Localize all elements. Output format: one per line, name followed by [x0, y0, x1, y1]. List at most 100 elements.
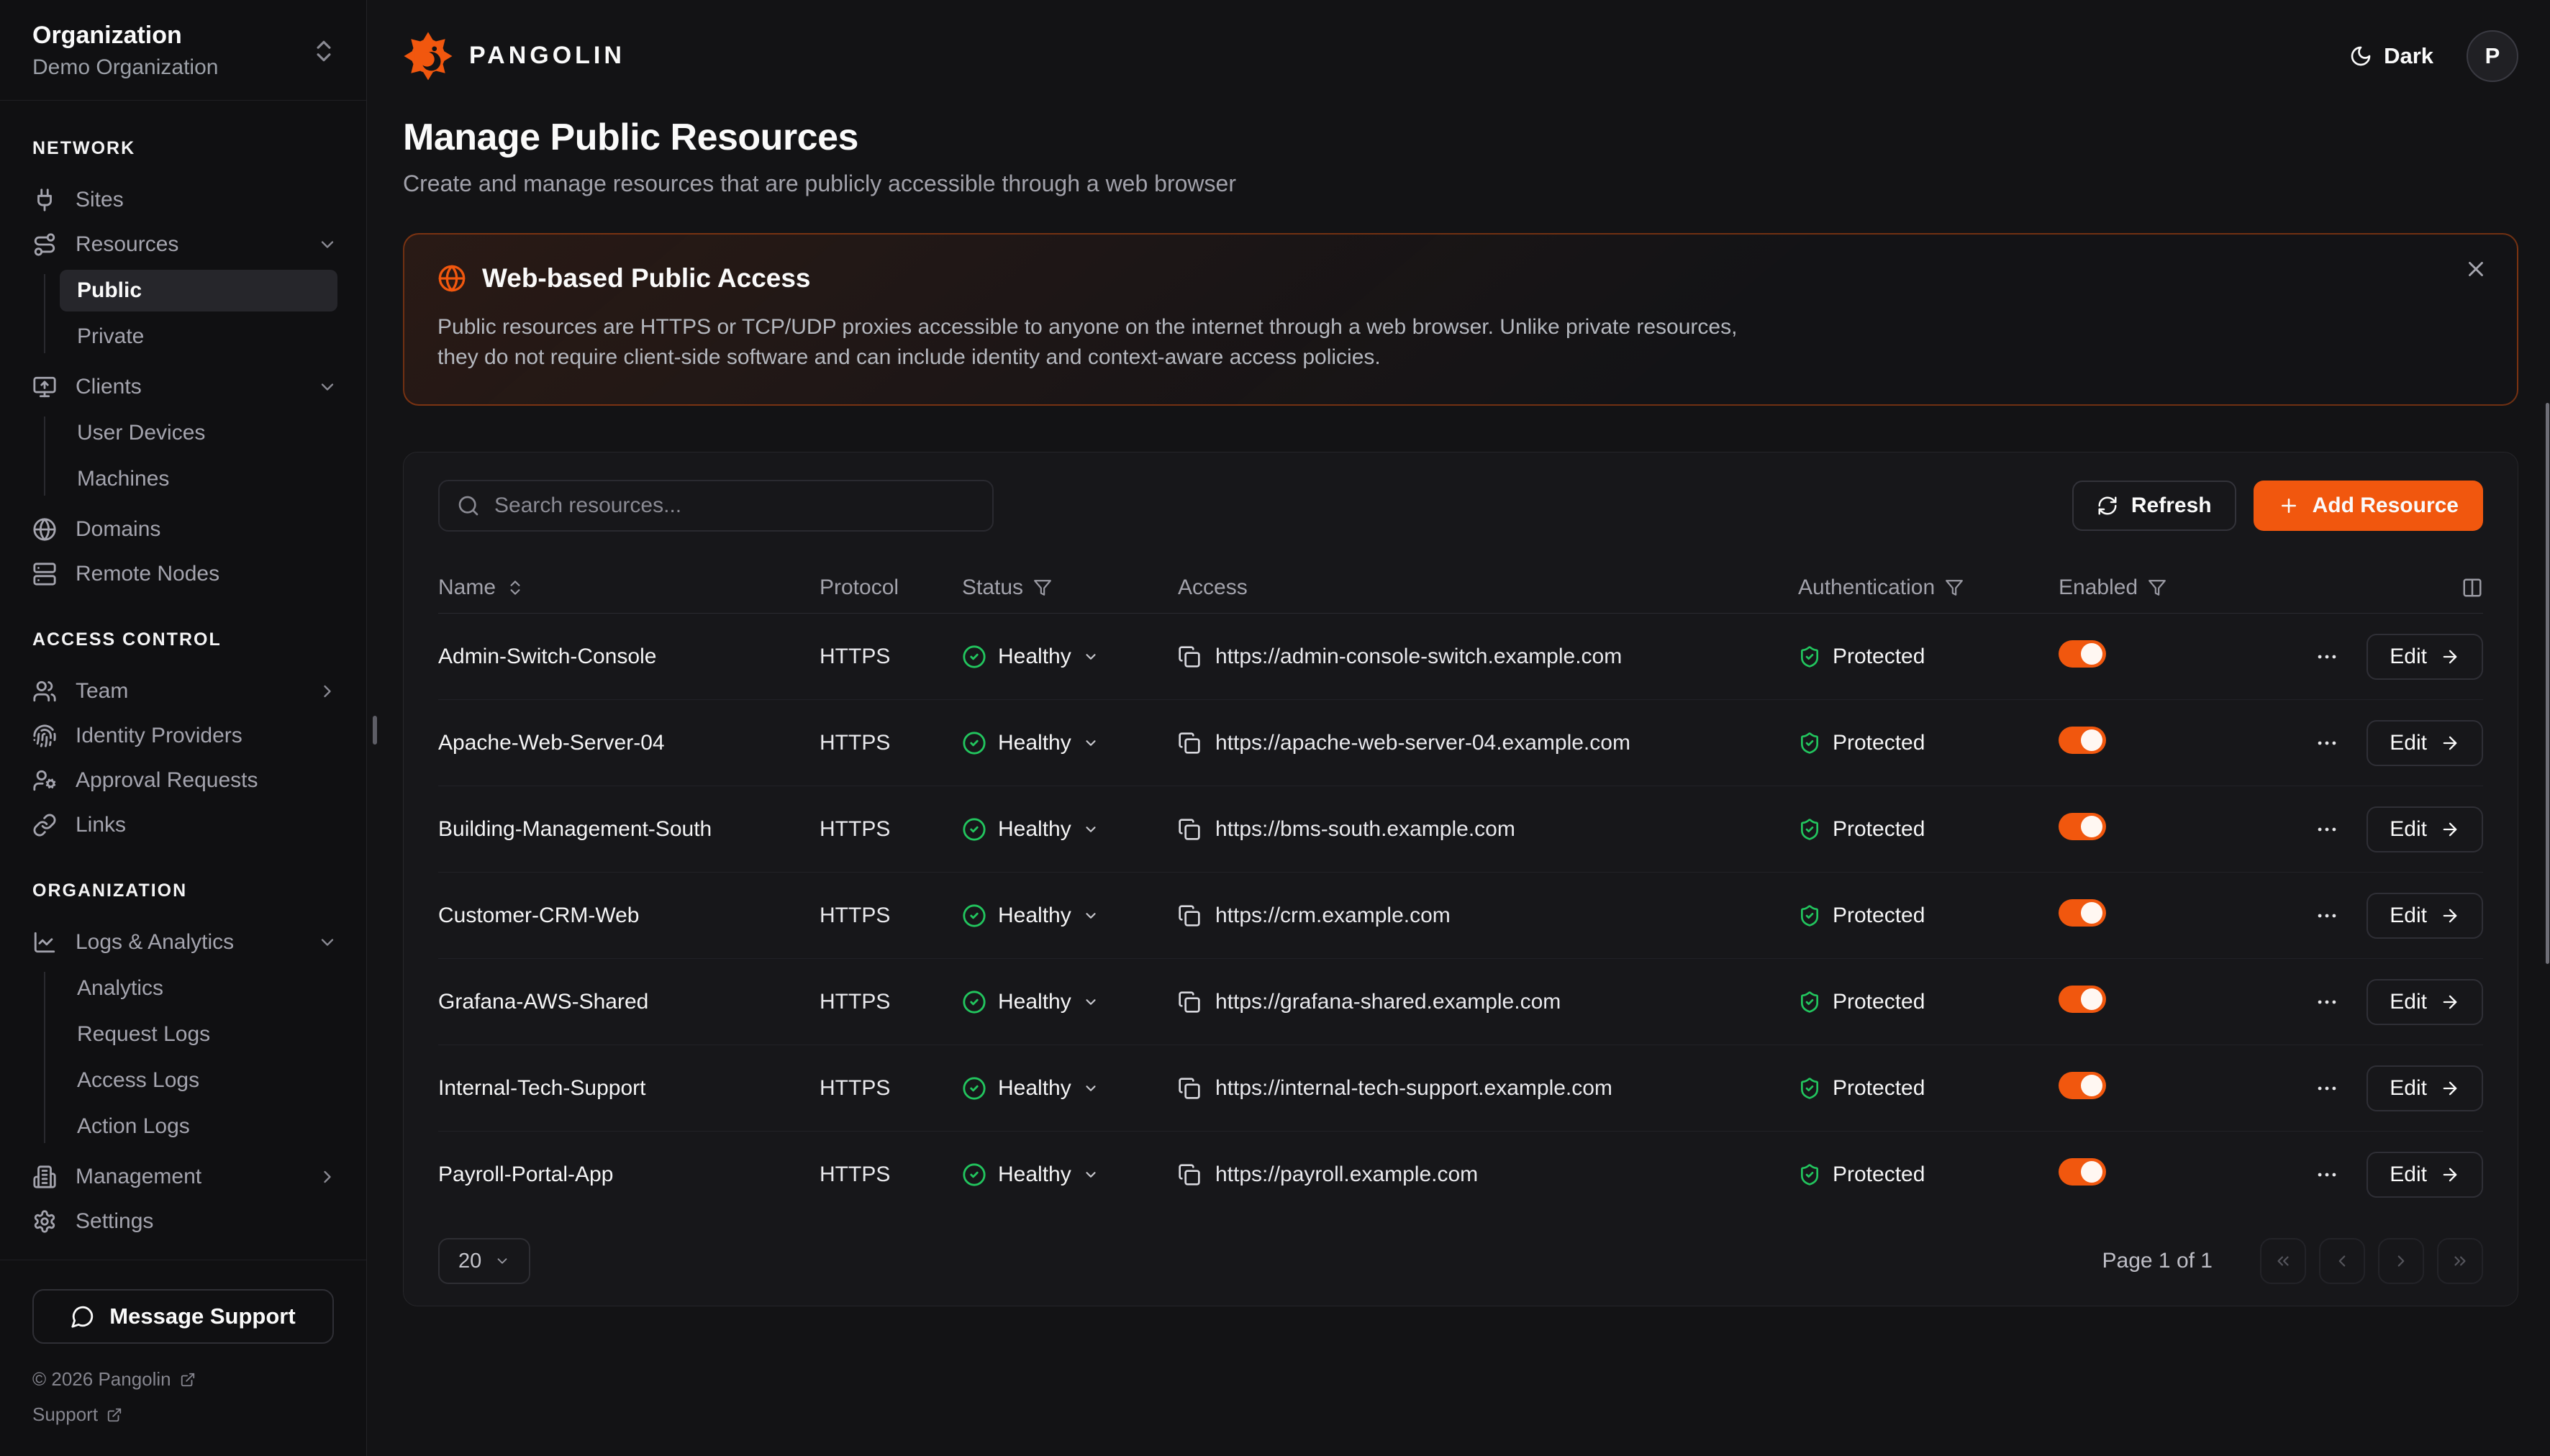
sidebar-item-management[interactable]: Management [32, 1155, 337, 1199]
copy-url-button[interactable] [1178, 904, 1201, 927]
copy-url-button[interactable] [1178, 991, 1201, 1014]
enabled-toggle[interactable] [2059, 1158, 2106, 1186]
status-dropdown[interactable]: Healthy [962, 731, 1178, 755]
edit-button[interactable]: Edit [2367, 720, 2483, 766]
enabled-toggle[interactable] [2059, 899, 2106, 927]
column-header-enabled[interactable]: Enabled [2059, 575, 2230, 600]
resource-protocol: HTTPS [820, 817, 962, 842]
resource-url[interactable]: https://apache-web-server-04.example.com [1215, 731, 1630, 755]
refresh-button[interactable]: Refresh [2072, 481, 2236, 531]
status-dropdown[interactable]: Healthy [962, 990, 1178, 1014]
edit-button[interactable]: Edit [2367, 893, 2483, 939]
row-menu-button[interactable] [2315, 731, 2339, 755]
edit-label: Edit [2390, 731, 2427, 755]
resource-url[interactable]: https://internal-tech-support.example.co… [1215, 1076, 1612, 1101]
row-menu-button[interactable] [2315, 645, 2339, 669]
resource-url[interactable]: https://payroll.example.com [1215, 1162, 1478, 1187]
resource-url[interactable]: https://admin-console-switch.example.com [1215, 645, 1622, 669]
sidebar-item-approval-requests[interactable]: Approval Requests [32, 758, 337, 803]
copy-url-button[interactable] [1178, 732, 1201, 755]
table-row: Building-Management-South HTTPS Healthy … [438, 786, 2483, 873]
topbar: PANGOLIN Dark P [403, 0, 2518, 112]
message-support-button[interactable]: Message Support [32, 1289, 334, 1344]
chevrons-up-down-icon [310, 37, 337, 65]
circle-check-icon [962, 731, 986, 755]
enabled-toggle[interactable] [2059, 813, 2106, 840]
copy-url-button[interactable] [1178, 818, 1201, 841]
enabled-toggle[interactable] [2059, 1072, 2106, 1099]
edit-button[interactable]: Edit [2367, 979, 2483, 1025]
sidebar-item-action-logs[interactable]: Action Logs [60, 1106, 337, 1147]
row-menu-button[interactable] [2315, 817, 2339, 842]
status-dropdown[interactable]: Healthy [962, 645, 1178, 669]
sidebar-item-team[interactable]: Team [32, 669, 337, 714]
column-settings-button[interactable] [2230, 577, 2483, 599]
sidebar-item-analytics[interactable]: Analytics [60, 968, 337, 1009]
edit-button[interactable]: Edit [2367, 806, 2483, 852]
sidebar-item-sites[interactable]: Sites [32, 178, 337, 222]
enabled-toggle[interactable] [2059, 727, 2106, 754]
copy-url-button[interactable] [1178, 1163, 1201, 1186]
sidebar-item-settings[interactable]: Settings [32, 1199, 337, 1244]
resource-url[interactable]: https://grafana-shared.example.com [1215, 990, 1561, 1014]
row-menu-button[interactable] [2315, 1076, 2339, 1101]
status-dropdown[interactable]: Healthy [962, 817, 1178, 842]
copy-url-button[interactable] [1178, 1077, 1201, 1100]
previous-page-button[interactable] [2319, 1238, 2365, 1284]
sidebar-item-access-logs[interactable]: Access Logs [60, 1060, 337, 1101]
copyright-link[interactable]: © 2026 Pangolin [32, 1368, 334, 1391]
sidebar-item-resources[interactable]: Resources [32, 222, 337, 267]
theme-toggle[interactable]: Dark [2349, 43, 2433, 69]
status-dropdown[interactable]: Healthy [962, 904, 1178, 928]
sidebar-item-request-logs[interactable]: Request Logs [60, 1014, 337, 1055]
sidebar-item-public[interactable]: Public [60, 270, 337, 311]
column-header-name[interactable]: Name [438, 575, 820, 600]
sidebar-item-logs-analytics[interactable]: Logs & Analytics [32, 920, 337, 965]
support-link[interactable]: Support [32, 1403, 334, 1426]
sidebar-item-links[interactable]: Links [32, 803, 337, 847]
column-header-status[interactable]: Status [962, 575, 1178, 600]
next-page-button[interactable] [2378, 1238, 2424, 1284]
page-size-select[interactable]: 20 [438, 1238, 530, 1284]
chevron-down-icon [317, 377, 337, 397]
edit-button[interactable]: Edit [2367, 1065, 2483, 1111]
search-input[interactable] [438, 480, 994, 532]
column-header-authentication[interactable]: Authentication [1798, 575, 2059, 600]
last-page-button[interactable] [2437, 1238, 2483, 1284]
org-switcher[interactable]: Organization Demo Organization [0, 0, 366, 101]
sidebar-item-private[interactable]: Private [60, 316, 337, 358]
resource-url[interactable]: https://bms-south.example.com [1215, 817, 1515, 842]
sidebar-item-domains[interactable]: Domains [32, 507, 337, 552]
sidebar-item-user-devices[interactable]: User Devices [60, 412, 337, 454]
sidebar-item-identity-providers[interactable]: Identity Providers [32, 714, 337, 758]
sidebar-resize-handle[interactable] [373, 716, 377, 745]
sidebar-item-label: Settings [76, 1209, 153, 1234]
status-dropdown[interactable]: Healthy [962, 1076, 1178, 1101]
edit-button[interactable]: Edit [2367, 634, 2483, 680]
resource-authentication: Protected [1798, 1162, 2059, 1187]
page-scrollbar-thumb[interactable] [2546, 403, 2549, 964]
resource-authentication: Protected [1798, 904, 2059, 928]
avatar[interactable]: P [2467, 30, 2518, 82]
sidebar-item-machines[interactable]: Machines [60, 458, 337, 500]
row-menu-button[interactable] [2315, 1162, 2339, 1187]
edit-button[interactable]: Edit [2367, 1152, 2483, 1198]
authentication-label: Protected [1833, 817, 1925, 842]
filter-icon [1033, 578, 1052, 597]
settings-icon [32, 1209, 57, 1234]
authentication-label: Protected [1833, 645, 1925, 669]
sidebar-item-remote-nodes[interactable]: Remote Nodes [32, 552, 337, 596]
row-menu-button[interactable] [2315, 990, 2339, 1014]
status-label: Healthy [998, 817, 1071, 842]
sidebar-item-clients[interactable]: Clients [32, 365, 337, 409]
authentication-label: Protected [1833, 1076, 1925, 1101]
enabled-toggle[interactable] [2059, 640, 2106, 668]
add-resource-button[interactable]: Add Resource [2254, 481, 2483, 531]
copy-url-button[interactable] [1178, 645, 1201, 668]
resource-url[interactable]: https://crm.example.com [1215, 904, 1451, 928]
status-dropdown[interactable]: Healthy [962, 1162, 1178, 1187]
row-menu-button[interactable] [2315, 904, 2339, 928]
banner-close-button[interactable] [2464, 256, 2490, 282]
enabled-toggle[interactable] [2059, 986, 2106, 1013]
first-page-button[interactable] [2260, 1238, 2306, 1284]
